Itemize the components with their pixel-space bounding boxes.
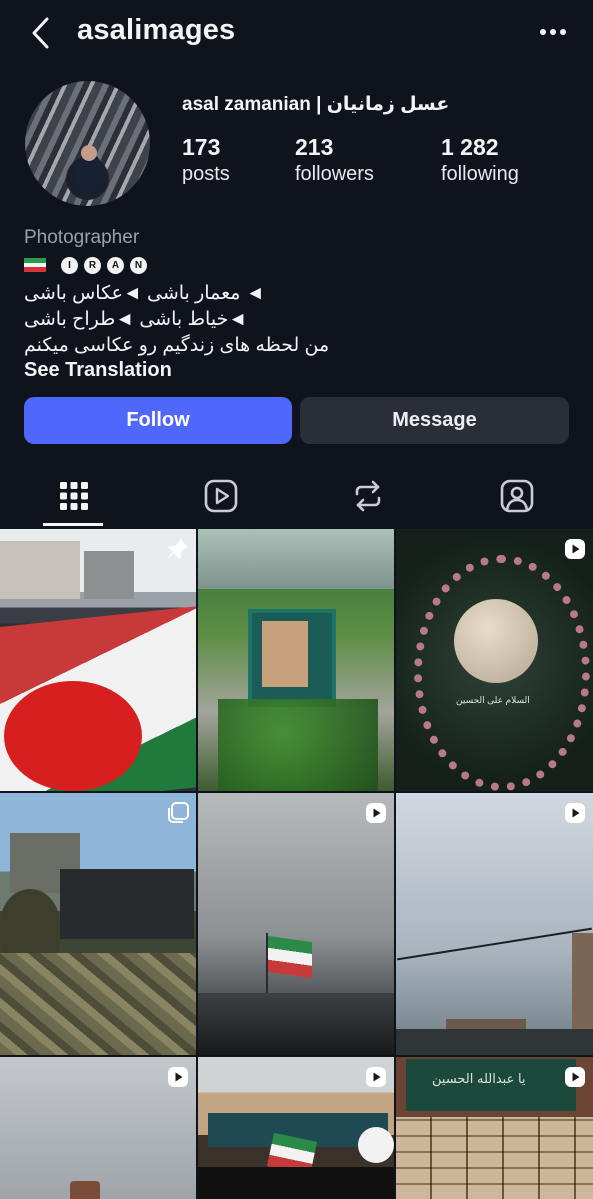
grid-post[interactable] xyxy=(0,793,196,1055)
reel-icon xyxy=(168,1067,188,1087)
follow-button[interactable]: Follow xyxy=(24,397,292,444)
stat-following[interactable]: 1 282 following xyxy=(441,133,519,187)
reels-play-icon xyxy=(204,479,238,513)
grid-post[interactable] xyxy=(198,1057,394,1199)
country-letter: A xyxy=(107,256,124,274)
grid-post[interactable] xyxy=(0,529,196,791)
post-caption: السلام علی الحسین xyxy=(456,695,530,705)
profile-username: asalimages xyxy=(77,14,236,46)
stat-following-value: 1 282 xyxy=(441,134,499,160)
pin-icon xyxy=(168,539,188,559)
grid-post[interactable] xyxy=(396,793,593,1055)
reel-icon xyxy=(366,803,386,823)
country-letter: I xyxy=(61,256,78,274)
message-button[interactable]: Message xyxy=(300,397,569,444)
grid-icon xyxy=(60,482,88,510)
stat-posts[interactable]: 173 posts xyxy=(182,133,230,187)
stat-followers[interactable]: 213 followers xyxy=(295,133,374,187)
grid-post[interactable] xyxy=(0,1057,196,1199)
stat-followers-label: followers xyxy=(295,163,374,185)
grid-post[interactable]: السلام علی الحسین xyxy=(396,529,593,791)
profile-full-name: asal zamanian | عسل زمانیان xyxy=(182,94,450,115)
stat-posts-label: posts xyxy=(182,163,230,185)
tab-grid[interactable] xyxy=(54,476,94,516)
country-letter: N xyxy=(130,256,147,274)
reel-icon xyxy=(366,1067,386,1087)
reel-icon xyxy=(565,539,585,559)
grid-post[interactable] xyxy=(198,529,394,791)
profile-category: Photographer xyxy=(24,227,140,248)
reel-icon xyxy=(565,803,585,823)
grid-post[interactable] xyxy=(198,793,394,1055)
top-bar: asalimages xyxy=(0,0,593,66)
profile-tabs xyxy=(0,466,593,528)
grid-post[interactable]: یا عبدالله الحسین xyxy=(396,1057,593,1199)
iran-flag-icon xyxy=(24,258,46,273)
tab-reels[interactable] xyxy=(201,476,241,516)
stat-following-label: following xyxy=(441,163,519,185)
reel-icon xyxy=(565,1067,585,1087)
more-horizontal-icon[interactable] xyxy=(539,26,567,38)
stat-posts-value: 173 xyxy=(182,134,221,160)
see-translation-link[interactable]: See Translation xyxy=(24,359,172,382)
tab-reposts[interactable] xyxy=(348,476,388,516)
chevron-left-icon[interactable] xyxy=(28,16,54,50)
profile-avatar[interactable] xyxy=(25,81,150,206)
bio-line: من لحظه های زندگیم رو عکاسی میکنم xyxy=(24,335,330,356)
tab-tagged[interactable] xyxy=(497,476,537,516)
country-letter: R xyxy=(84,256,101,274)
country-line: I R A N xyxy=(24,256,147,274)
post-caption: یا عبدالله الحسین xyxy=(432,1071,526,1086)
bio-line: ◄خیاط باشی ◄طراح باشی xyxy=(24,309,248,330)
stat-followers-value: 213 xyxy=(295,134,334,160)
bio-line: ◄ معمار باشی ◄عکاس باشی xyxy=(24,283,265,304)
tagged-person-icon xyxy=(500,479,534,513)
active-tab-indicator xyxy=(43,523,103,526)
carousel-icon xyxy=(168,802,189,823)
repost-icon xyxy=(355,480,381,512)
